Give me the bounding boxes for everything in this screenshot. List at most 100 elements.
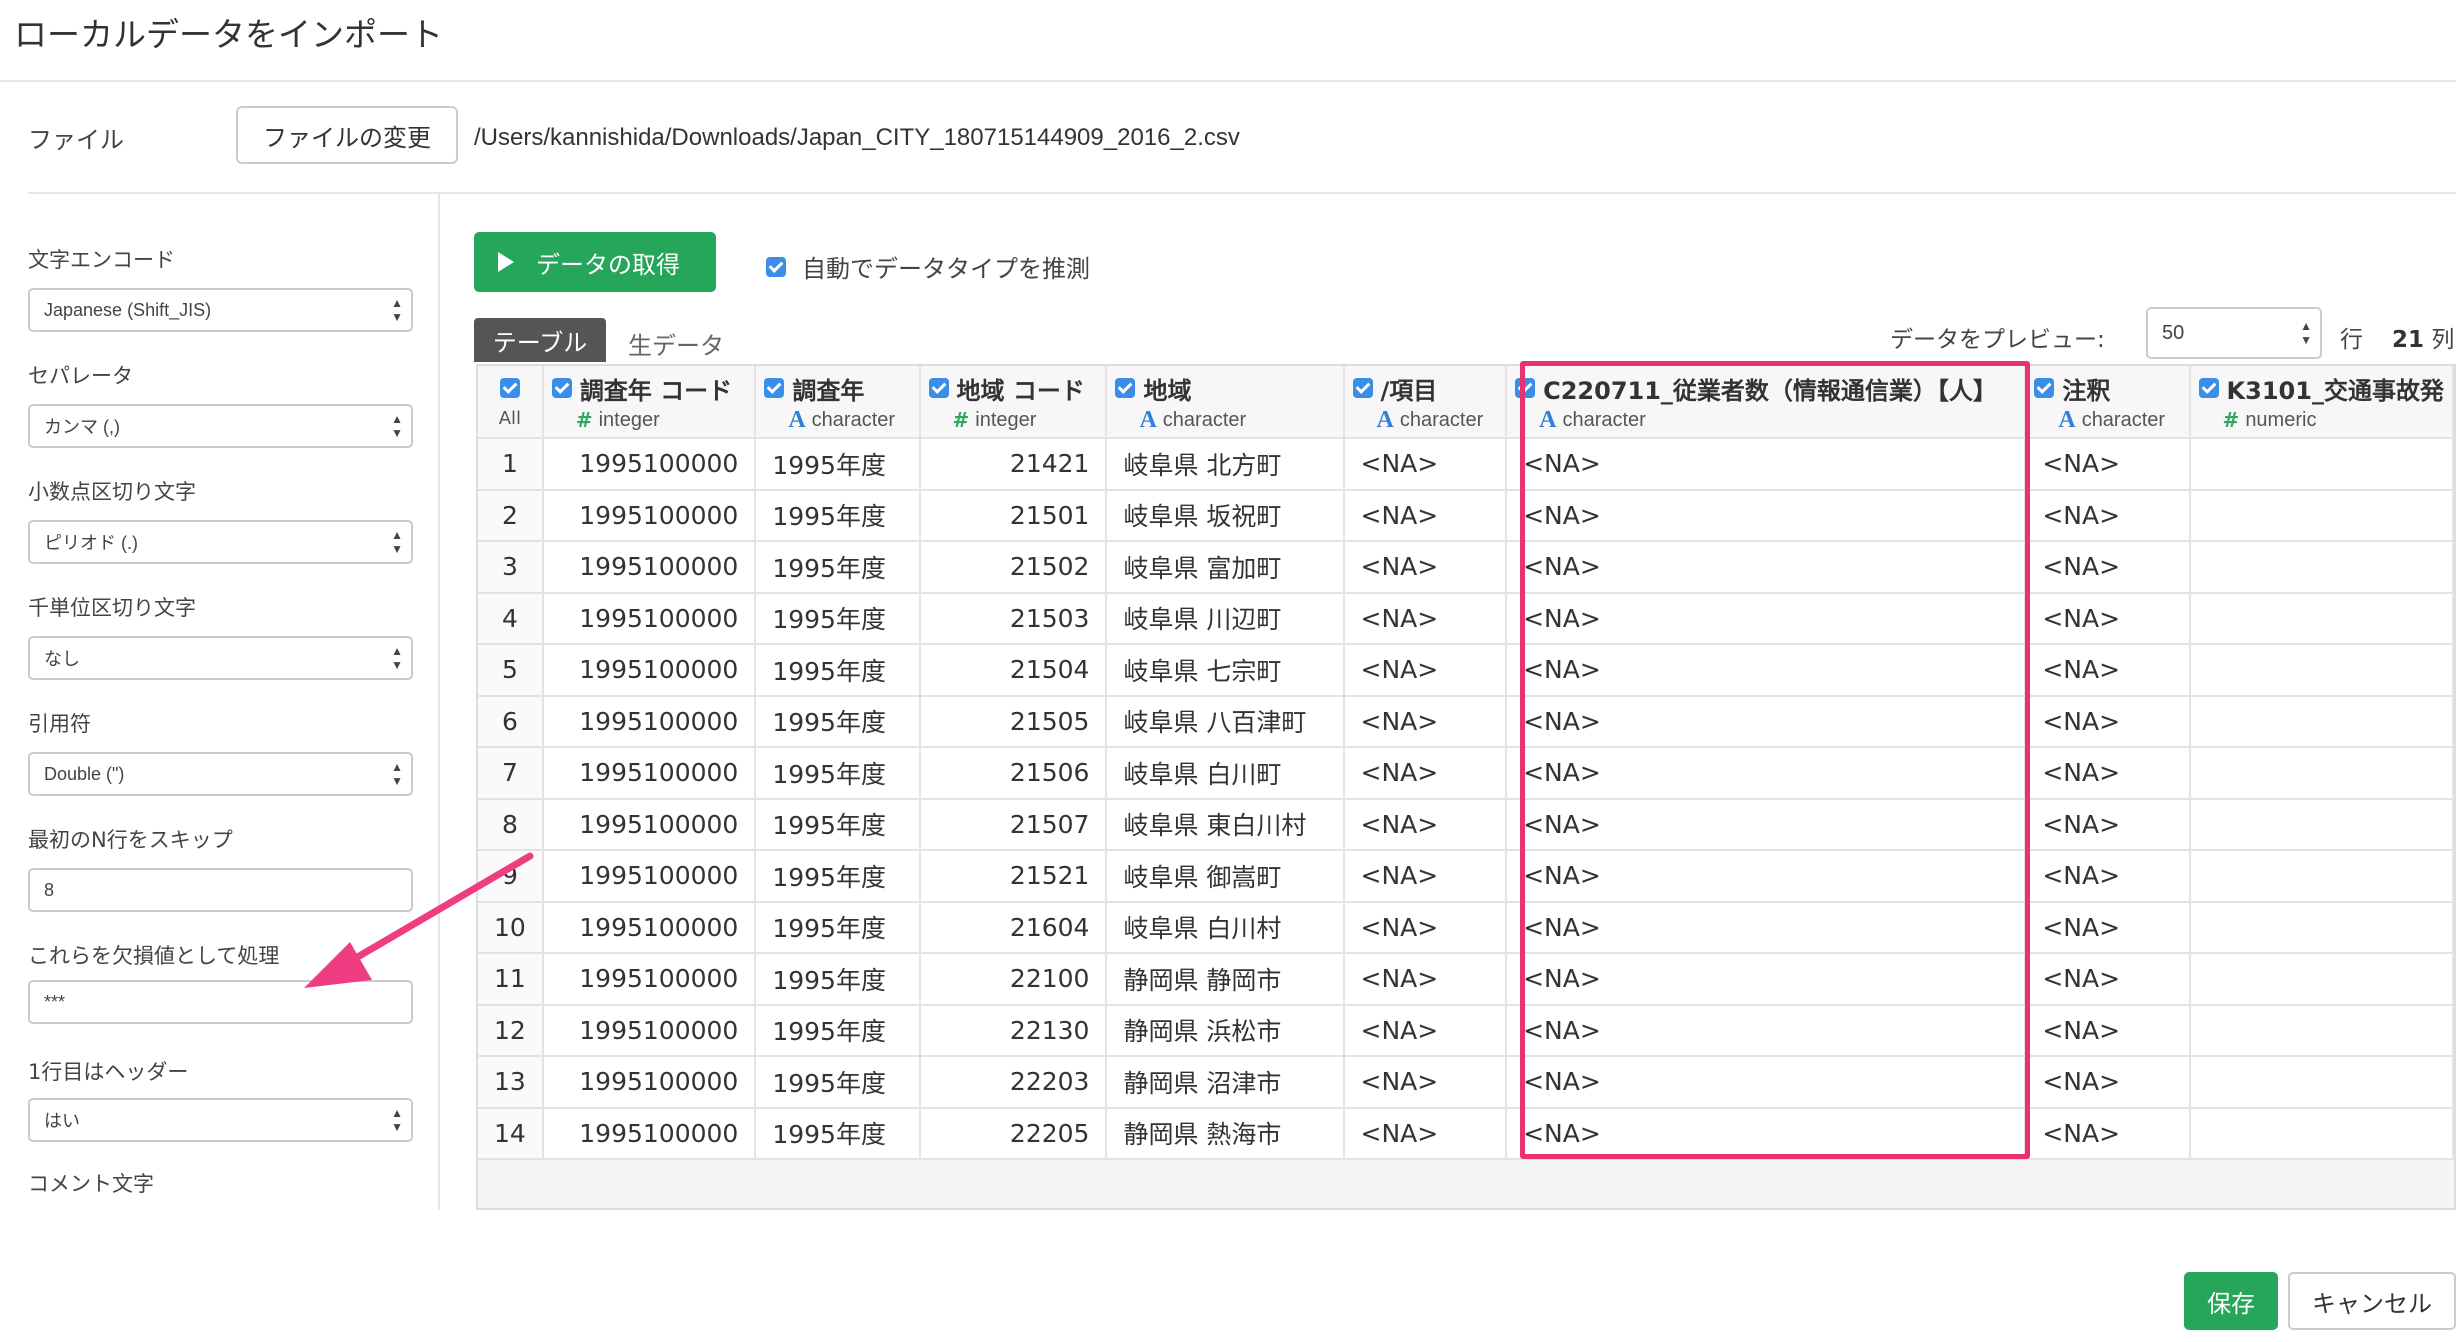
table-row: 2 1995100000 1995年度 21501 岐阜県 坂祝町 <NA> <NA> <NA… [478, 489, 2454, 542]
table-cell: 静岡県 浜松市 [1106, 1004, 1345, 1057]
checkbox-icon[interactable] [2034, 378, 2055, 398]
preview-rows-select[interactable]: 50 ▲ ▼ [2146, 307, 2322, 359]
table-cell [2189, 644, 2454, 697]
table-cell: <NA> [1506, 695, 2027, 748]
table-cell: 1995100000 [542, 695, 757, 748]
column-header[interactable]: 調査年 Acharacter [755, 366, 921, 439]
table-cell: <NA> [1506, 644, 2027, 697]
checkbox-icon[interactable] [551, 378, 572, 398]
row-number: 4 [478, 592, 544, 645]
cancel-button[interactable]: キャンセル [2288, 1272, 2456, 1330]
skip-rows-input[interactable]: 8 [28, 868, 413, 912]
encoding-select[interactable]: Japanese (Shift_JIS) ▲ ▼ [28, 288, 413, 332]
table-cell [2189, 1056, 2454, 1109]
separator-select[interactable]: カンマ (,) ▲ ▼ [28, 404, 413, 448]
table-cell: <NA> [2025, 1056, 2191, 1109]
table-cell: <NA> [1343, 438, 1508, 491]
import-options-panel: 文字エンコード Japanese (Shift_JIS) ▲ ▼ セパレータ カン… [0, 194, 440, 1210]
table-cell: 1995年度 [755, 1004, 921, 1057]
table-cell: 岐阜県 坂祝町 [1106, 489, 1345, 542]
column-header[interactable]: 地域 Acharacter [1106, 366, 1345, 439]
table-row: 1 1995100000 1995年度 21421 岐阜県 北方町 <NA> <NA> <NA… [478, 438, 2454, 491]
column-header[interactable]: C220711_従業者数（情報通信業）【人】 Acharacter [1506, 366, 2027, 439]
table-cell [2189, 541, 2454, 594]
column-count-value: 21 [2392, 327, 2425, 353]
row-number: 12 [478, 1004, 544, 1057]
header-row: All 調査年 コード # integer 調査年 Acharacter 地域 コ… [478, 366, 2454, 439]
fetch-data-label: データの取得 [536, 250, 680, 279]
column-type: character [1399, 408, 1484, 431]
checkbox-icon[interactable] [928, 378, 949, 398]
checkbox-icon[interactable] [1115, 378, 1136, 398]
table-cell: 21505 [919, 695, 1108, 748]
tab-raw-data[interactable]: 生データ [628, 326, 724, 361]
table-cell: <NA> [2025, 1107, 2191, 1160]
row-number: 11 [478, 953, 544, 1006]
table-cell: 1995100000 [542, 1107, 757, 1160]
decimal-select[interactable]: ピリオド (.) ▲ ▼ [28, 520, 413, 564]
header-value: はい [44, 1111, 80, 1131]
table-cell: 22205 [919, 1107, 1108, 1160]
decimal-value: ピリオド (.) [44, 533, 138, 553]
table-cell: <NA> [1506, 438, 2027, 491]
table-row: 8 1995100000 1995年度 21507 岐阜県 東白川村 <NA> <NA> <N… [478, 798, 2454, 851]
table-cell: <NA> [2025, 489, 2191, 542]
checkbox-icon[interactable] [1515, 378, 1536, 398]
table-cell: 22130 [919, 1004, 1108, 1057]
table-cell: 岐阜県 御嵩町 [1106, 850, 1345, 903]
na-values-value: *** [44, 991, 66, 1012]
tab-table[interactable]: テーブル [474, 318, 606, 362]
table-cell: <NA> [1343, 695, 1508, 748]
select-arrows-icon: ▲ ▼ [391, 296, 403, 324]
column-header[interactable]: /項目 Acharacter [1343, 366, 1508, 439]
table-cell: <NA> [1343, 798, 1508, 851]
na-values-input[interactable]: *** [28, 980, 413, 1024]
table-cell: <NA> [2025, 541, 2191, 594]
fetch-data-button[interactable]: データの取得 [474, 232, 716, 292]
table-cell: 21604 [919, 901, 1108, 954]
checkbox-icon[interactable] [499, 378, 520, 398]
checkbox-icon[interactable] [2198, 378, 2219, 398]
select-all-column[interactable]: All [478, 366, 544, 439]
table-cell: 21507 [919, 798, 1108, 851]
table-cell: 岐阜県 白川町 [1106, 747, 1345, 800]
column-header[interactable]: 地域 コード # integer [919, 366, 1108, 439]
data-preview-grid[interactable]: All 調査年 コード # integer 調査年 Acharacter 地域 コ… [476, 364, 2456, 1210]
table-cell: <NA> [2025, 953, 2191, 1006]
table-cell: 1995100000 [542, 541, 757, 594]
table-cell: 1995100000 [542, 850, 757, 903]
change-file-button[interactable]: ファイルの変更 [236, 106, 458, 164]
character-icon: A [1139, 406, 1157, 433]
number-icon: # [952, 408, 970, 432]
table-cell [2189, 1107, 2454, 1160]
quote-select[interactable]: Double (") ▲ ▼ [28, 752, 413, 796]
select-arrows-icon: ▲ ▼ [2300, 319, 2312, 347]
checkbox-icon[interactable] [766, 256, 786, 277]
table-cell: 1995年度 [755, 592, 921, 645]
column-name: /項目 [1380, 376, 1438, 405]
table-row: 10 1995100000 1995年度 21604 岐阜県 白川村 <NA> <NA> <N… [478, 901, 2454, 954]
save-button[interactable]: 保存 [2184, 1272, 2278, 1330]
table-cell: 21503 [919, 592, 1108, 645]
row-number: 10 [478, 901, 544, 954]
table-cell: 静岡県 沼津市 [1106, 1056, 1345, 1109]
auto-detect-toggle[interactable]: 自動でデータタイプを推測 [766, 249, 1090, 284]
table-cell: <NA> [2025, 1004, 2191, 1057]
column-name: K3101_交通事故発 [2226, 376, 2444, 405]
table-cell [2189, 438, 2454, 491]
table-cell: <NA> [1343, 953, 1508, 1006]
table-cell: 岐阜県 北方町 [1106, 438, 1345, 491]
quote-label: 引用符 [28, 712, 91, 736]
table-row: 13 1995100000 1995年度 22203 静岡県 沼津市 <NA> <NA> <N… [478, 1056, 2454, 1109]
thousands-select[interactable]: なし ▲ ▼ [28, 636, 413, 680]
checkbox-icon[interactable] [1352, 378, 1373, 398]
column-count-suffix: 列 [2431, 327, 2455, 353]
table-cell: 岐阜県 富加町 [1106, 541, 1345, 594]
header-select[interactable]: はい ▲ ▼ [28, 1098, 413, 1142]
table-cell: 1995年度 [755, 1056, 921, 1109]
column-header[interactable]: K3101_交通事故発 # numeric [2189, 366, 2454, 439]
column-header[interactable]: 注釈 Acharacter [2025, 366, 2191, 439]
table-cell: <NA> [2025, 592, 2191, 645]
checkbox-icon[interactable] [764, 378, 785, 398]
column-header[interactable]: 調査年 コード # integer [542, 366, 757, 439]
